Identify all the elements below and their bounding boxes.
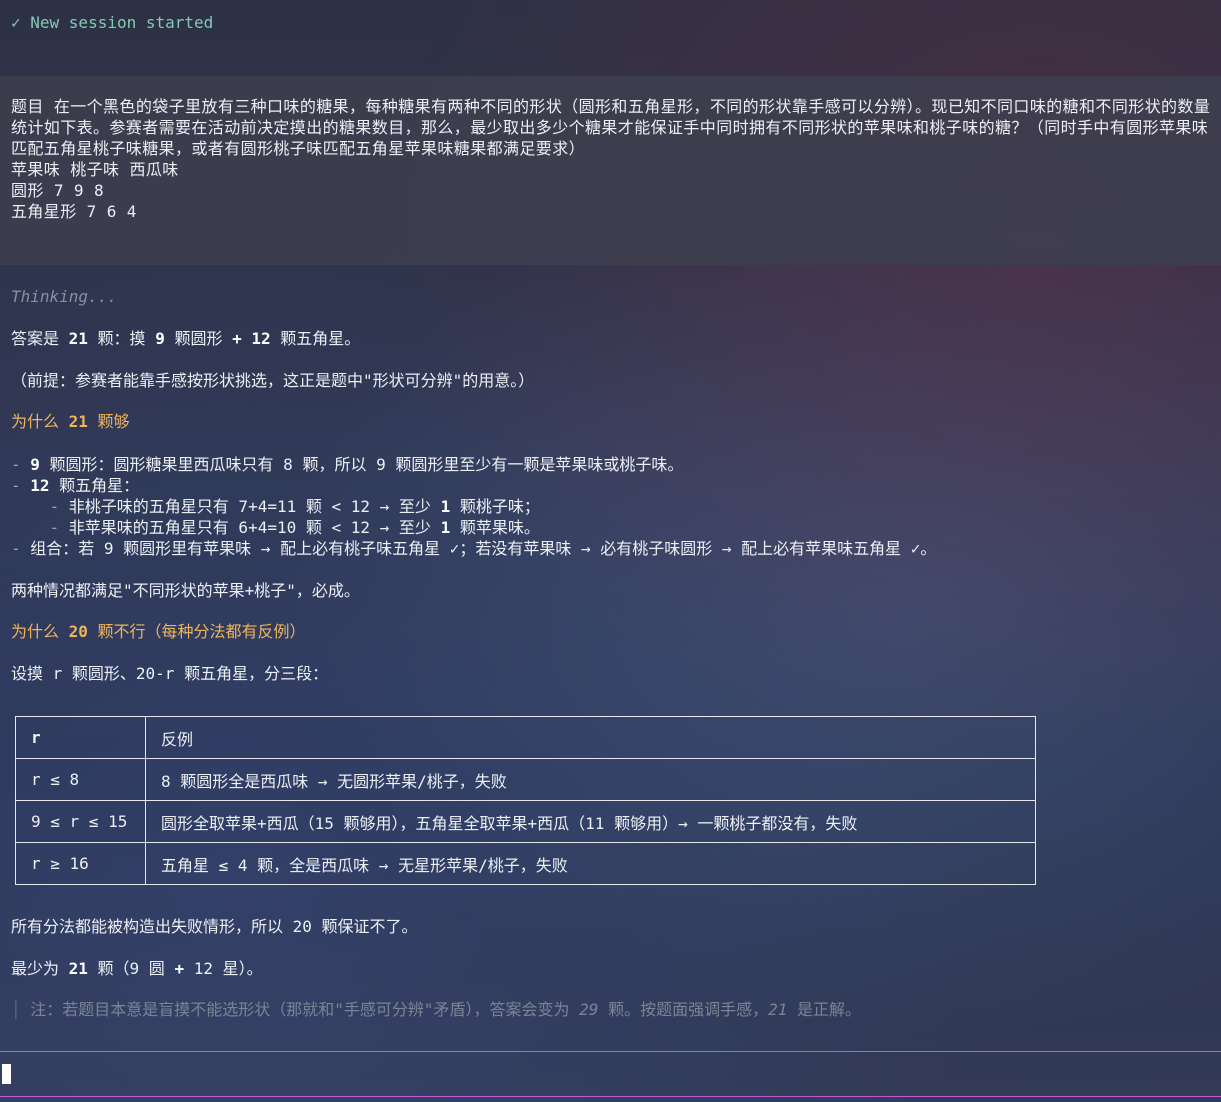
note-emphasis: 21 [768,1000,788,1019]
text-cursor [2,1064,11,1084]
final-bold: 21 [68,959,88,978]
bullet-dash: - [11,497,69,516]
session-status: ✓ New session started [11,13,214,32]
note-blockquote: │ 注：若题目本意是盲摸不能选形状（那就和"手感可分辨"矛盾），答案会变为 29… [11,999,861,1020]
both-cases-line: 两种情况都满足"不同形状的苹果+桃子"，必成。 [11,581,360,600]
heading-bold: 21 [68,412,88,431]
answer-line: 答案是 21 颗：摸 9 颗圆形 + 12 颗五角星。 [11,328,360,349]
bullet-text: 组合：若 9 颗圆形里有苹果味 → 配上必有桃子味五角星 ✓；若没有苹果味 → … [30,539,937,558]
bullet-text: 颗圆形：圆形糖果里西瓜味只有 8 颗，所以 9 颗圆形里至少有一颗是苹果味或桃子… [39,455,684,474]
bullet-combination: - 组合：若 9 颗圆形里有苹果味 → 配上必有桃子味五角星 ✓；若没有苹果味 … [11,538,936,559]
answer-text: 颗五角星。 [270,329,361,348]
bullet-text: 颗桃子味； [450,497,540,516]
bullet-dash: - [11,455,31,474]
table-cell-range: r ≥ 16 [15,842,146,885]
bullet-bold: 9 [30,455,40,474]
sub-bullet-apple: - 非苹果味的五角星只有 6+4=10 颗 < 12 → 至少 1 颗苹果味。 [11,517,540,538]
bullet-bold: 1 [440,497,451,516]
heading-text: 颗不行（每种分法都有反例） [87,622,306,641]
heading-text: 为什么 [11,412,69,431]
bullet-star: - 12 颗五角星： [11,475,139,496]
counterexample-table: r 反例 r ≤ 8 8 颗圆形全是西瓜味 → 无圆形苹果/桃子，失败 9 ≤ … [15,716,1036,885]
bullet-text: 非桃子味的五角星只有 7+4=11 颗 < 12 → 至少 [68,497,441,516]
conclusion-line: 所有分法都能被构造出失败情形，所以 20 颗保证不了。 [11,917,418,936]
question-table-header: 苹果味 桃子味 西瓜味 [11,160,179,179]
section-heading-why-21: 为什么 21 颗够 [11,411,130,432]
table-header-counterexample: 反例 [145,716,1036,759]
table-header-row: r 反例 [15,716,1036,759]
heading-bold: 20 [68,622,88,641]
quote-bar: │ [11,1000,31,1019]
final-text: 最少为 [11,959,69,978]
final-answer-line: 最少为 21 颗（9 圆 + 12 星）。 [11,958,263,979]
table-row: r ≤ 8 8 颗圆形全是西瓜味 → 无圆形苹果/桃子，失败 [15,758,1036,801]
question-content: 题目 在一个黑色的袋子里放有三种口味的糖果，每种糖果有两种不同的形状（圆形和五角… [11,96,1221,222]
table-cell-range: r ≤ 8 [15,758,146,801]
table-cell-counterexample: 8 颗圆形全是西瓜味 → 无圆形苹果/桃子，失败 [145,758,1036,801]
bullet-dash: - [11,518,69,537]
answer-bold: 21 [68,329,88,348]
final-text: 颗（9 圆 [87,959,175,978]
bullet-dash: - [11,539,31,558]
answer-text: 颗：摸 [87,329,156,348]
bullet-text: 非苹果味的五角星只有 6+4=10 颗 < 12 → 至少 [68,518,441,537]
premise-line: （前提：参赛者能靠手感按形状挑选，这正是题中"形状可分辨"的用意。） [11,371,535,390]
bullet-text: 颗苹果味。 [450,518,540,537]
heading-text: 颗够 [87,412,130,431]
sub-bullet-peach: - 非桃子味的五角星只有 7+4=11 颗 < 12 → 至少 1 颗桃子味； [11,496,540,517]
table-cell-counterexample: 圆形全取苹果+西瓜（15 颗够用），五角星全取苹果+西瓜（11 颗够用）→ 一颗… [145,800,1036,843]
table-cell-range: 9 ≤ r ≤ 15 [15,800,146,843]
table-row: 9 ≤ r ≤ 15 圆形全取苹果+西瓜（15 颗够用），五角星全取苹果+西瓜（… [15,800,1036,843]
thinking-indicator: Thinking... [11,287,117,306]
user-message: 题目 在一个黑色的袋子里放有三种口味的糖果，每种糖果有两种不同的形状（圆形和五角… [0,76,1221,265]
heading-text: 为什么 [11,622,69,641]
bullet-bold: 12 [30,476,50,495]
question-row-star: 五角星形 7 6 4 [11,202,137,221]
note-text: 是正解。 [787,1000,861,1019]
note-text: 注：若题目本意是盲摸不能选形状（那就和"手感可分辨"矛盾），答案会变为 [30,1000,580,1019]
bullet-bold: 1 [440,518,451,537]
question-text: 题目 在一个黑色的袋子里放有三种口味的糖果，每种糖果有两种不同的形状（圆形和五角… [11,97,1211,158]
table-cell-counterexample: 五角星 ≤ 4 颗，全是西瓜味 → 无星形苹果/桃子，失败 [145,842,1036,885]
answer-bold: + 12 [232,329,271,348]
final-text: 12 星）。 [184,959,263,978]
bullet-dash: - [11,476,31,495]
bullet-round: - 9 颗圆形：圆形糖果里西瓜味只有 8 颗，所以 9 颗圆形里至少有一颗是苹果… [11,454,683,475]
setup-line: 设摸 r 颗圆形、20-r 颗五角星，分三段： [11,664,329,683]
question-row-round: 圆形 7 9 8 [11,181,104,200]
answer-text: 答案是 [11,329,69,348]
section-heading-why-not-20: 为什么 20 颗不行（每种分法都有反例） [11,621,306,642]
table-header-r: r [15,716,146,759]
note-text: 颗。按题面强调手感， [598,1000,769,1019]
table-row: r ≥ 16 五角星 ≤ 4 颗，全是西瓜味 → 无星形苹果/桃子，失败 [15,842,1036,885]
prompt-input[interactable] [0,1051,1221,1097]
bullet-text: 颗五角星： [49,476,140,495]
answer-bold: 9 [155,329,165,348]
final-bold: + [174,959,185,978]
note-emphasis: 29 [579,1000,599,1019]
answer-text: 颗圆形 [164,329,233,348]
